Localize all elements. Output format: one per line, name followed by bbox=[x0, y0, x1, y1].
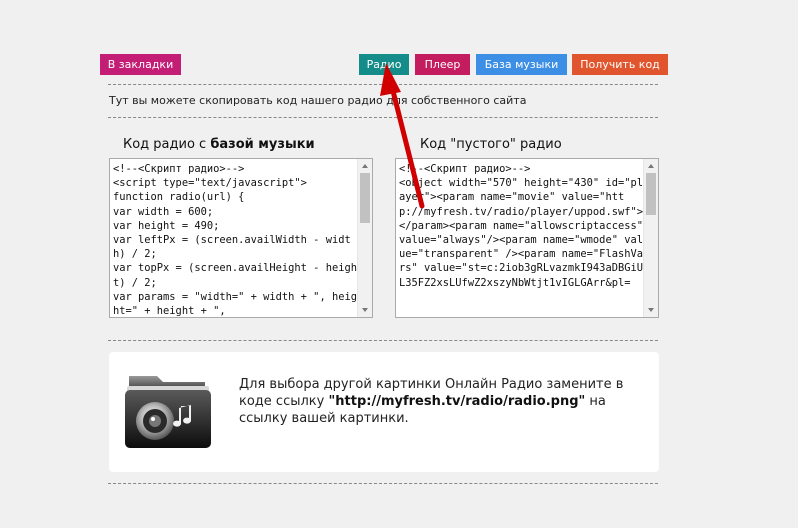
player-tab-button[interactable]: Плеер bbox=[415, 54, 470, 75]
divider bbox=[108, 117, 658, 118]
scroll-up-arrow-icon[interactable] bbox=[362, 164, 368, 168]
empty-radio-code-textarea[interactable] bbox=[396, 159, 645, 317]
image-url-text: "http://myfresh.tv/radio/radio.png" bbox=[328, 394, 586, 409]
bookmark-button[interactable]: В закладки bbox=[100, 54, 181, 75]
left-code-title-bold: базой музыки bbox=[210, 137, 315, 152]
intro-text: Тут вы можете скопировать код нашего рад… bbox=[109, 94, 527, 107]
info-panel: Для выбора другой картинки Онлайн Радио … bbox=[109, 352, 659, 472]
music-base-tab-button[interactable]: База музыки bbox=[476, 54, 567, 75]
scroll-thumb[interactable] bbox=[646, 173, 656, 215]
divider bbox=[108, 483, 658, 484]
scroll-down-arrow-icon[interactable] bbox=[362, 308, 368, 312]
left-code-box bbox=[109, 158, 373, 318]
divider bbox=[108, 340, 658, 341]
right-code-title: Код "пустого" радио bbox=[420, 137, 562, 152]
get-code-tab-button[interactable]: Получить код bbox=[572, 54, 668, 75]
scroll-down-arrow-icon[interactable] bbox=[648, 308, 654, 312]
left-code-title: Код радио с базой музыки bbox=[123, 137, 315, 152]
info-panel-text: Для выбора другой картинки Онлайн Радио … bbox=[239, 376, 639, 427]
divider bbox=[108, 84, 658, 85]
right-code-box bbox=[395, 158, 659, 318]
scroll-thumb[interactable] bbox=[360, 173, 370, 223]
right-code-scrollbar[interactable] bbox=[643, 159, 658, 317]
audio-folder-icon bbox=[125, 376, 211, 448]
radio-with-base-code-textarea[interactable] bbox=[110, 159, 359, 317]
scroll-up-arrow-icon[interactable] bbox=[648, 164, 654, 168]
left-code-scrollbar[interactable] bbox=[357, 159, 372, 317]
left-code-title-prefix: Код радио с bbox=[123, 137, 211, 152]
radio-tab-button[interactable]: Радио bbox=[359, 54, 409, 75]
